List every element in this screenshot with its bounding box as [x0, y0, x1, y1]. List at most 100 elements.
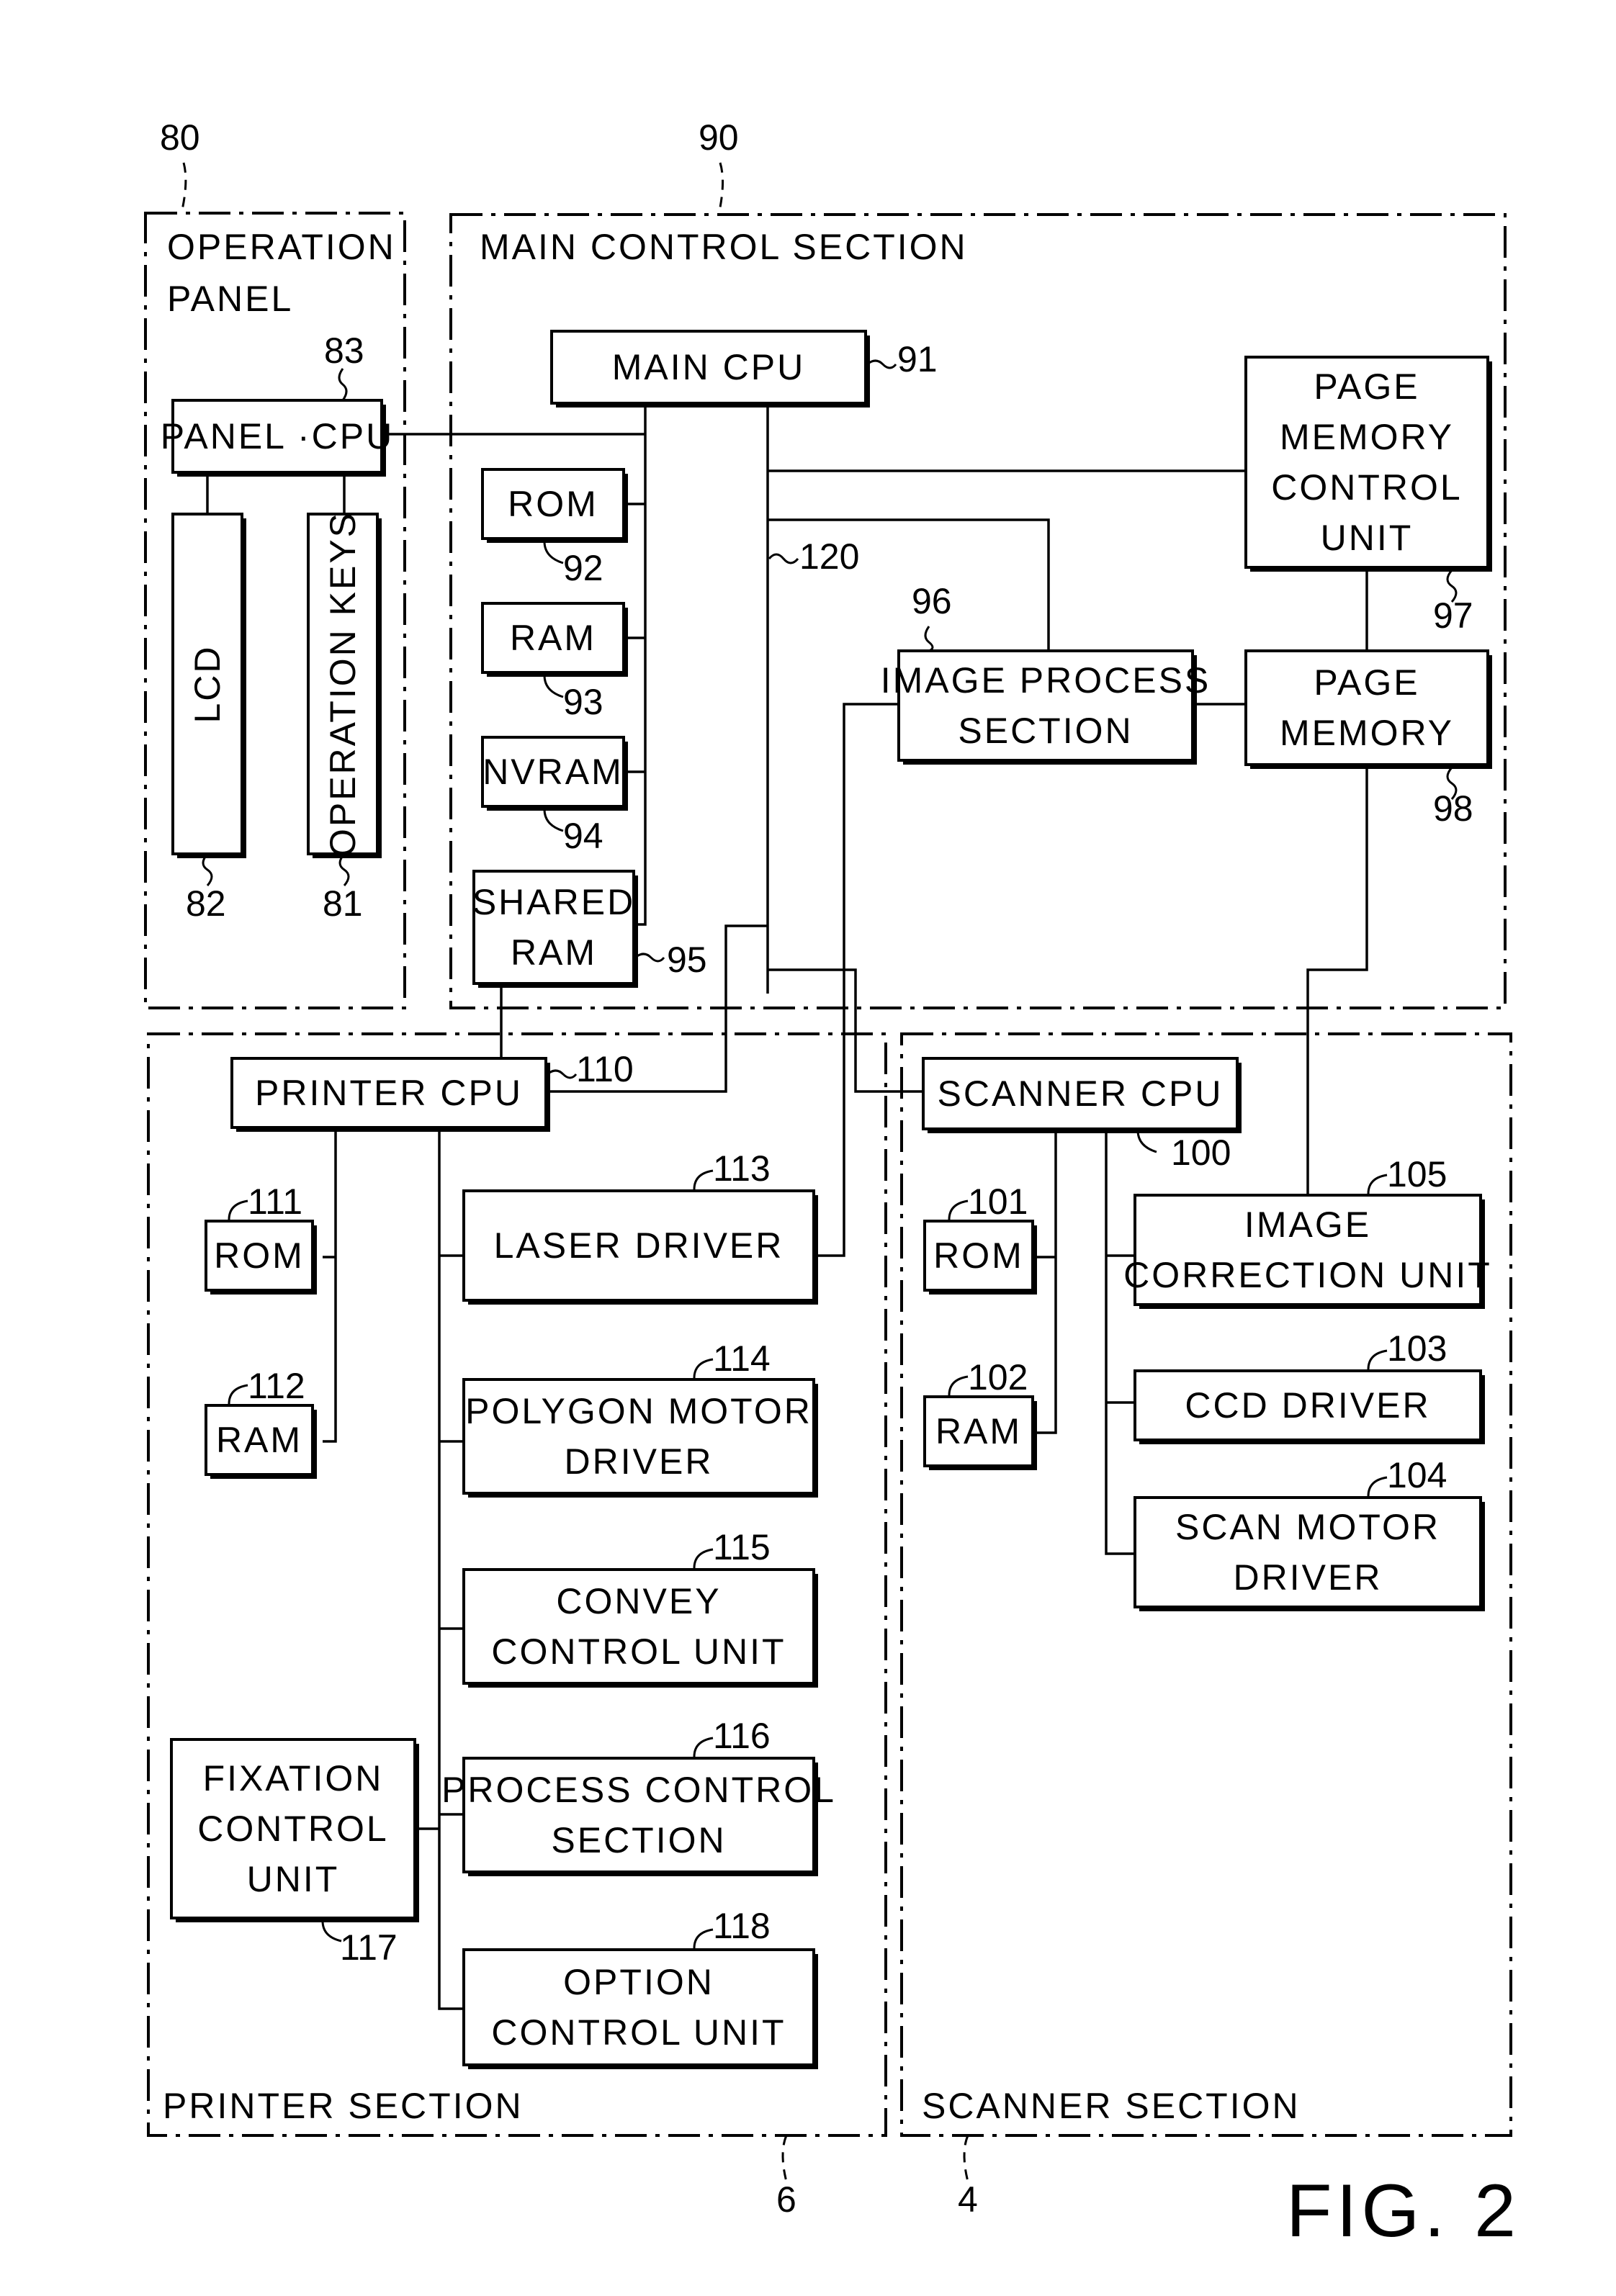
block-ref-number: 94	[563, 816, 603, 856]
block-panel-cpu: PANEL ·CPU 83	[161, 330, 395, 477]
block-label-line: RAM	[511, 932, 597, 973]
block-printer-rom: ROM 111	[205, 1181, 317, 1295]
bus-120-ref: 120	[799, 536, 859, 577]
block-operation-keys: OPERATION KEYS 81	[307, 511, 382, 924]
wire-bus-scannercpu	[768, 968, 923, 1093]
block-main-ram: RAM 93	[481, 602, 628, 722]
block-convey-control-unit: CONVEY CONTROL UNIT 115	[462, 1527, 818, 1688]
block-label-line: CONTROL UNIT	[491, 1631, 786, 1672]
block-ref-number: 97	[1433, 595, 1473, 636]
ref-leader	[948, 1375, 969, 1396]
block-label-line: IMAGE	[1244, 1205, 1371, 1245]
block-label-line: FIXATION	[203, 1758, 384, 1798]
printer-memory-bus	[323, 1130, 337, 1443]
block-label-line: SECTION	[958, 711, 1133, 751]
block-scanner-cpu: SCANNER CPU 100	[922, 1057, 1242, 1173]
block-image-process-section: IMAGE PROCESS SECTION 96	[881, 581, 1211, 765]
ref-leader	[693, 1928, 714, 1949]
printer-section-leader	[781, 2135, 788, 2182]
block-scanner-ram: RAM 102	[923, 1357, 1037, 1470]
block-page-memory-control-unit: PAGE MEMORY CONTROL UNIT 97	[1244, 356, 1492, 636]
ref-leader	[338, 853, 350, 886]
ref-leader	[547, 1069, 578, 1079]
ref-leader	[1136, 1130, 1157, 1153]
block-ref-number: 112	[248, 1366, 305, 1406]
block-label-line: ROM	[933, 1235, 1024, 1276]
scanner-section-title: SCANNER SECTION	[922, 2086, 1301, 2126]
main-control-section-title: MAIN CONTROL SECTION	[480, 227, 968, 267]
block-label-line: CONTROL UNIT	[491, 2012, 786, 2053]
ref-leader	[321, 1920, 342, 1942]
block-label-line: DRIVER	[565, 1441, 714, 1482]
block-label-line: RAM	[935, 1411, 1022, 1451]
block-ref-number: 95	[667, 940, 707, 980]
block-label-line: MEMORY	[1280, 417, 1454, 457]
block-label-line: OPTION	[563, 1962, 714, 2002]
ref-leader	[202, 853, 213, 886]
block-ref-number: 101	[968, 1181, 1028, 1222]
bus-ref: 120	[768, 536, 859, 577]
block-fixation-control-unit: FIXATION CONTROL UNIT117	[170, 1738, 419, 1968]
block-ref-number: 96	[912, 581, 952, 621]
block-label-line: CONVEY	[556, 1581, 721, 1621]
printer-section-title: PRINTER SECTION	[163, 2086, 524, 2126]
block-label-line: RAM	[216, 1420, 302, 1460]
scanner-section-leader	[963, 2135, 969, 2182]
bus-120-leader	[768, 553, 799, 564]
block-label-line: MAIN CPU	[612, 347, 805, 387]
block-ref-number: 113	[713, 1148, 771, 1189]
block-ref-number: 110	[576, 1049, 634, 1089]
block-ref-number: 105	[1387, 1154, 1447, 1194]
block-label-line: SCANNER CPU	[938, 1073, 1224, 1114]
block-polygon-motor-driver: POLYGON MOTOR DRIVER 114	[462, 1338, 818, 1498]
printer-section-ref: 6	[776, 2179, 796, 2220]
block-label-line: CONTROL	[197, 1809, 388, 1849]
ref-leader	[543, 541, 564, 564]
block-label-line: PANEL ·CPU	[161, 416, 395, 456]
block-ref-number: 115	[713, 1527, 771, 1567]
block-page-memory: PAGE MEMORY 98	[1244, 649, 1492, 829]
block-label-line: ROM	[214, 1235, 305, 1276]
block-nvram: NVRAM 94	[481, 736, 628, 856]
block-label: LCD	[187, 644, 228, 723]
ref-leader	[543, 809, 564, 832]
block-ref-number: 116	[713, 1716, 771, 1756]
block-ref-number: 114	[713, 1338, 771, 1379]
block-label-line: PROCESS CONTROL	[441, 1770, 836, 1810]
block-label-line: IMAGE PROCESS	[881, 660, 1211, 701]
block-ref-number: 104	[1387, 1455, 1447, 1495]
ref-leader	[1367, 1174, 1388, 1194]
block-ref-number: 103	[1387, 1328, 1447, 1369]
block-label-line: DRIVER	[1234, 1557, 1383, 1598]
block-ref-number: 82	[186, 883, 226, 924]
operation-panel-title-line2: PANEL	[167, 279, 293, 319]
block-ref-number: 111	[248, 1181, 302, 1222]
block-label-line: NVRAM	[482, 752, 624, 792]
block-label-line: SHARED	[472, 882, 635, 922]
scanner-device-bus	[1105, 1132, 1135, 1555]
block-ref-number: 83	[324, 330, 364, 371]
block-ref-number: 91	[897, 339, 938, 379]
wire-pagemem-imagecorr	[1306, 765, 1368, 1195]
block-ref-number: 93	[563, 682, 603, 722]
ref-leader	[693, 1737, 714, 1757]
operation-panel-leader	[180, 162, 187, 214]
ref-leader	[924, 626, 934, 652]
block-label-line: ROM	[508, 484, 598, 524]
block-printer-ram: RAM 112	[205, 1366, 317, 1479]
block-ref-number: 102	[968, 1357, 1028, 1397]
block-option-control-unit: OPTION CONTROL UNIT 118	[462, 1906, 818, 2069]
block-main-cpu: MAIN CPU 91	[550, 330, 938, 408]
block-process-control-section: PROCESS CONTROL SECTION 116	[441, 1716, 836, 1876]
ref-leader	[228, 1384, 248, 1405]
block-scanner-rom: ROM 101	[923, 1181, 1037, 1295]
block-ref-number: 100	[1171, 1133, 1231, 1173]
blocks: PANEL ·CPU 83 LCD 82 OPERATION KEYS 81 MAIN CP…	[161, 330, 1492, 2069]
block-label-line: CONTROL	[1271, 467, 1462, 508]
main-control-section-ref: 90	[699, 117, 739, 158]
operation-panel-ref: 80	[160, 117, 200, 158]
block-label-line: CORRECTION UNIT	[1123, 1255, 1492, 1295]
ref-leader	[948, 1199, 969, 1220]
ref-leader	[693, 1548, 714, 1569]
block-ref-number: 92	[563, 548, 603, 588]
